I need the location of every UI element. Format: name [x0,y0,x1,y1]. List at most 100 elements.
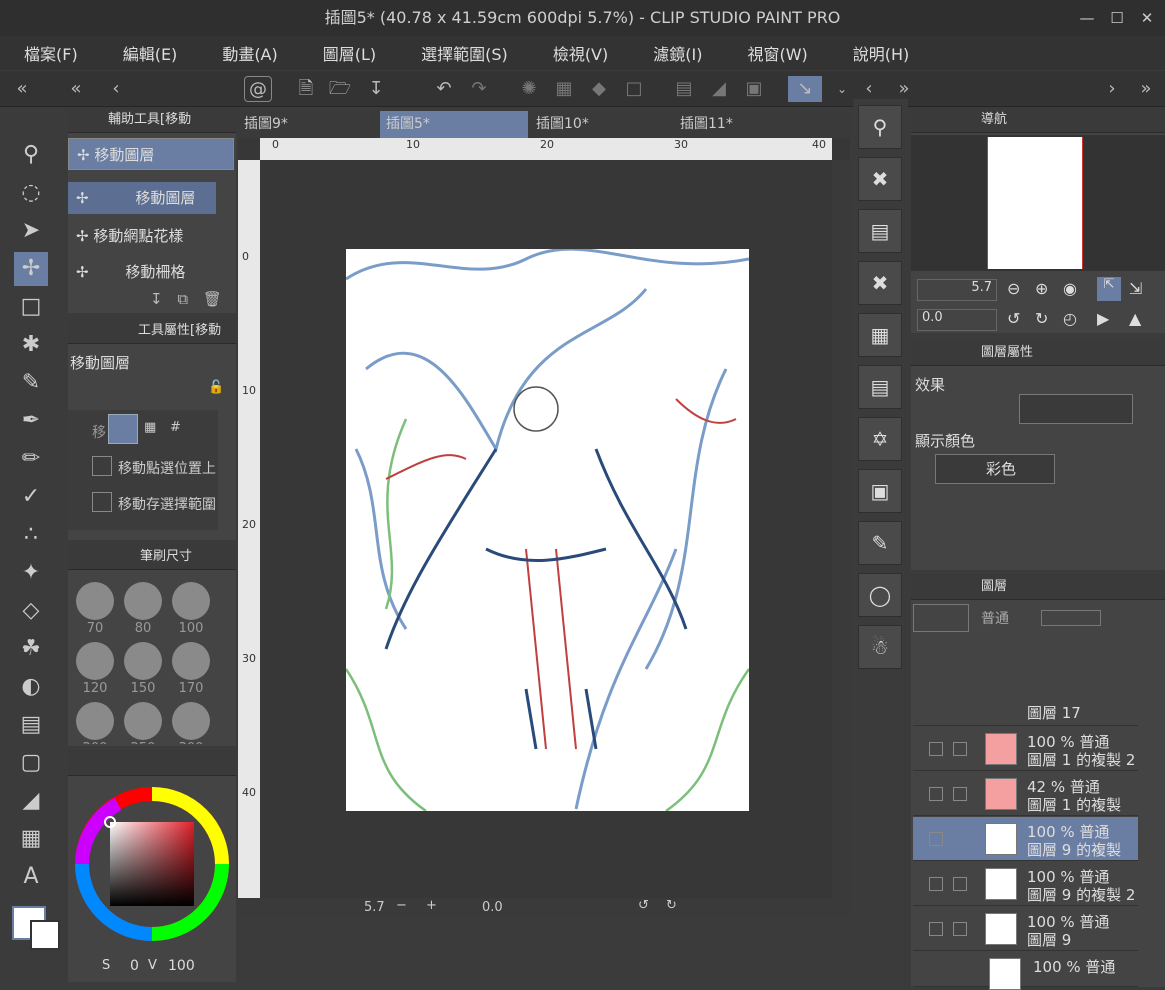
flip-vertical-icon[interactable]: ▲ [1129,309,1141,328]
tone-icon[interactable]: ▦ [144,420,156,435]
navigator-preview[interactable] [911,135,1165,271]
collapse-left-icon[interactable]: « [8,76,36,102]
tab-illust9[interactable]: 插圖9* [238,111,378,138]
subtool-item-move-grid[interactable]: ✢ 移動柵格 [68,256,216,288]
zoom-in-icon[interactable]: + [426,898,437,913]
move-selection-checkbox[interactable] [92,492,112,512]
undo-icon[interactable]: ↶ [430,76,458,102]
layer-row-9-copy[interactable]: 100 % 普通 圖層 9 的複製 [913,817,1138,861]
material-6-icon[interactable]: ✡ [858,417,902,461]
minimize-icon[interactable]: — [1079,0,1095,36]
subtool-group[interactable]: ✢ 移動圖層 [68,138,234,170]
layer-color-select[interactable] [913,604,969,632]
lock-icon[interactable]: 🔓 [208,380,224,395]
lasso-tool-icon[interactable]: ◌ [14,176,48,210]
material-9-icon[interactable]: ◯ [858,573,902,617]
opacity-slider[interactable] [1041,610,1101,626]
effect-buttons[interactable] [1019,394,1133,424]
menu-window[interactable]: 視窗(W) [747,41,807,65]
layer-row-17[interactable]: 圖層 17 [913,698,1138,726]
menu-edit[interactable]: 編輯(E) [123,41,178,65]
gradient-icon[interactable]: ▤ [14,708,48,742]
navigator-angle[interactable]: 0.0 [917,309,997,331]
selection-tool-icon[interactable]: □ [14,290,48,324]
material-1-icon[interactable]: ✖ [858,157,902,201]
deselect-icon[interactable]: ▤ [670,76,698,102]
zoom-in-icon-2[interactable]: ⊕ [1035,279,1048,298]
operation-tool-icon[interactable]: ➤ [14,214,48,248]
material-2-icon[interactable]: ▤ [858,209,902,253]
maximize-icon[interactable]: ☐ [1109,0,1125,36]
flip-horizontal-icon[interactable]: ▶ [1097,309,1109,328]
rotate-left-icon-2[interactable]: ↺ [1007,309,1020,328]
ruler-icon[interactable]: ▦ [14,822,48,856]
eraser-icon[interactable]: ◇ [14,594,48,628]
brush-size-100[interactable]: 100 [168,578,214,636]
subtool-item-move-layer[interactable]: ✢ 移動圖層 [68,182,216,214]
clear-icon[interactable]: ▦ [550,76,578,102]
rotate-right-icon-2[interactable]: ↻ [1035,309,1048,328]
menu-animation[interactable]: 動畫(A) [222,41,277,65]
snap-ruler-icon[interactable]: ↘ [788,76,822,102]
brush-size-80[interactable]: 80 [120,578,166,636]
brush-size-170[interactable]: 170 [168,638,214,696]
reference-icon[interactable]: ⚲ [858,105,902,149]
layer-row-bottom[interactable]: 100 % 普通 [913,952,1138,990]
brush-size-120[interactable]: 120 [72,638,118,696]
airbrush-icon[interactable]: ∴ [14,518,48,552]
brush-size-200[interactable]: 200 [72,698,118,744]
brush-size-70[interactable]: 70 [72,578,118,636]
vertical-scrollbar[interactable] [832,160,850,900]
grid-icon[interactable]: # [170,420,181,435]
reset-rotation-icon[interactable]: ◴ [1063,309,1077,328]
move-clicked-checkbox[interactable] [92,456,112,476]
brush-size-250[interactable]: 250 [120,698,166,744]
new-file-icon[interactable]: 🗎 [292,76,320,102]
chevron-down-icon[interactable]: ⌄ [828,76,856,102]
import-icon[interactable]: ↧ [150,290,163,308]
show-selection-icon[interactable]: ▣ [740,76,768,102]
brush-size-150[interactable]: 150 [120,638,166,696]
chevron-right-icon[interactable]: › [1098,76,1126,102]
menu-file[interactable]: 檔案(F) [24,41,78,65]
layer-row-9-copy2[interactable]: 100 % 普通 圖層 9 的複製 2 [913,862,1138,906]
zoom-value[interactable]: 5.7 [364,900,385,915]
delete-icon[interactable]: 🗑 [203,290,222,308]
expand-right-icon-2[interactable]: » [1132,76,1160,102]
rotate-right-icon[interactable]: ↻ [666,898,677,913]
drawing-canvas[interactable] [346,249,749,811]
material-4-icon[interactable]: ▦ [858,313,902,357]
subtool-item-move-tone[interactable]: ✢ 移動網點花樣 [68,220,216,252]
figure-icon[interactable]: ▢ [14,746,48,780]
transform-icon[interactable]: □ [620,76,648,102]
open-folder-icon[interactable]: 🗁 [326,76,354,102]
invert-selection-icon[interactable]: ◢ [705,76,733,102]
blend-tool-icon[interactable]: ☘ [14,632,48,666]
menu-layer[interactable]: 圖層(L) [323,41,376,65]
text-tool-icon[interactable]: A [14,860,48,894]
tab-illust5[interactable]: 插圖5* [380,111,528,138]
material-3-icon[interactable]: ✖ [858,261,902,305]
blend-mode-select[interactable]: 普通 [981,608,1009,628]
menu-filter[interactable]: 濾鏡(I) [653,41,702,65]
chevron-left-icon[interactable]: ‹ [102,76,130,102]
material-8-icon[interactable]: ✎ [858,521,902,565]
color-mode-select[interactable]: 彩色 [935,454,1055,484]
magic-wand-icon[interactable]: ✱ [14,328,48,362]
decoration-icon[interactable]: ✦ [14,556,48,590]
fit-window-icon[interactable]: ⇲ [1129,279,1142,298]
layer-row-9[interactable]: 100 % 普通 圖層 9 [913,907,1138,951]
layer-row-copy[interactable]: 42 % 普通 圖層 1 的複製 [913,772,1138,816]
fit-icon[interactable]: ⇱ [1097,277,1121,301]
color-wheel[interactable] [68,780,236,960]
fill-icon[interactable]: ◆ [585,76,613,102]
redo-icon[interactable]: ↷ [465,76,493,102]
menu-help[interactable]: 說明(H) [853,41,910,65]
eyedropper-icon[interactable]: ✎ [14,366,48,400]
fill-bucket-icon[interactable]: ◐ [14,670,48,704]
frame-border-icon[interactable]: ◢ [14,784,48,818]
collapse-icon[interactable]: « [62,76,90,102]
zoom-out-icon-2[interactable]: ⊖ [1007,279,1020,298]
move-target-button[interactable] [108,414,138,444]
material-7-icon[interactable]: ▣ [858,469,902,513]
